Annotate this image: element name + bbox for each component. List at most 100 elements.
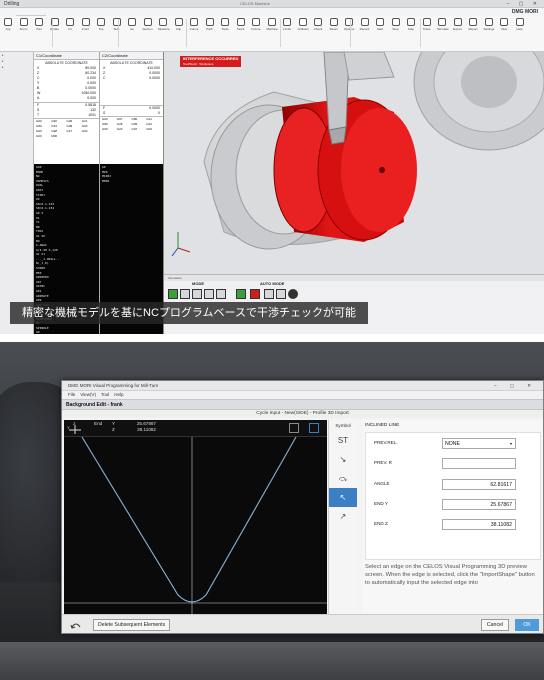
dial-knob[interactable]	[288, 289, 298, 299]
tool-icon	[159, 18, 167, 26]
field-input[interactable]: 62.81617	[442, 479, 516, 490]
ribbon-button[interactable]: Record	[360, 18, 370, 31]
ribbon-button[interactable]: Export	[453, 18, 463, 31]
interference-alarm: INTERFERENCE OCCURRED Tool/Stock : Workp…	[180, 56, 242, 67]
ribbon-button[interactable]: Iso	[127, 18, 137, 31]
visual-programming-window: DMG MORI Visual Programming for Mill-Tur…	[61, 380, 544, 634]
ribbon-button-label: Record	[359, 27, 370, 31]
ribbon-button[interactable]: Step	[406, 18, 416, 31]
readout-row: Z 38.11082	[94, 427, 156, 433]
mode-button[interactable]	[168, 289, 178, 299]
machine-model-render	[164, 52, 544, 274]
select-mode-icon[interactable]	[309, 423, 319, 433]
ribbon-button[interactable]: Section	[143, 18, 153, 31]
symbol-button[interactable]: ↖	[329, 488, 357, 507]
mode-button[interactable]	[204, 289, 214, 299]
field-input[interactable]: 38.11082	[442, 519, 516, 530]
ribbon-button[interactable]: Front	[81, 18, 91, 31]
ribbon-button[interactable]: Stop	[391, 18, 401, 31]
ribbon-button[interactable]: Side	[112, 18, 122, 31]
fit-view-icon[interactable]	[289, 423, 299, 433]
gcode-cell	[82, 134, 97, 139]
ribbon-button[interactable]: Fixture	[251, 18, 261, 31]
title-bar: Drilling CELOS Machine – ▢ ✕	[0, 0, 544, 8]
channel-1-panel: C1/Coordinate ABSOLUTE COORDINATE X 80.00…	[34, 52, 100, 334]
menu-item[interactable]: File	[68, 392, 75, 397]
symbol-list: ST ↘ ⤼ ↖ ↗	[329, 431, 357, 526]
ribbon-button[interactable]: Fit	[65, 18, 75, 31]
ribbon-button[interactable]: Path	[205, 18, 215, 31]
gcode-cell: G23	[116, 127, 123, 131]
ribbon-button[interactable]: Limits	[282, 18, 292, 31]
tool-icon	[422, 18, 431, 26]
auto-mode-button[interactable]	[264, 289, 274, 299]
cycle-start-button[interactable]	[236, 289, 246, 299]
field-label: END Y	[374, 501, 388, 506]
ribbon-toolbar: Jog Zoom Pan Rotate Fit Front Top Side Iso Sectio…	[0, 16, 544, 52]
field-label: PREV.REL.	[374, 440, 398, 445]
ribbon-button[interactable]: Stock	[236, 18, 246, 31]
symbol-button[interactable]: ⤼	[329, 469, 357, 488]
ribbon-button[interactable]: Help	[515, 18, 525, 31]
ribbon-button[interactable]: Report	[468, 18, 478, 31]
coordinate-row: A 0.000	[34, 96, 99, 101]
ribbon-button[interactable]: Start	[375, 18, 385, 31]
symbol-button[interactable]: ST	[329, 431, 357, 450]
feed-value: 0	[158, 111, 160, 115]
undo-icon[interactable]	[70, 620, 82, 631]
menu-item[interactable]: Tool	[101, 392, 109, 397]
tool-icon	[66, 18, 74, 26]
field-input[interactable]: 25.67867	[442, 499, 516, 510]
ribbon-button[interactable]: Zoom	[19, 18, 29, 31]
ribbon-button[interactable]: Tools	[220, 18, 230, 31]
window-controls[interactable]: – ▢ ✕	[494, 381, 537, 391]
video-subtitle: 精密な機械モデルを基にNCプログラムベースで干渉チェックが可能	[10, 302, 368, 324]
ribbon-button[interactable]: Settings	[484, 18, 494, 31]
mode-button[interactable]	[192, 289, 202, 299]
field-label: ANGLE	[374, 481, 390, 486]
ribbon-button[interactable]: Measure	[158, 18, 170, 31]
ribbon-button[interactable]: Pan	[34, 18, 44, 31]
ribbon-button[interactable]: Simulate	[437, 18, 449, 31]
cancel-button[interactable]: Cancel	[481, 619, 509, 631]
delete-subsequent-button[interactable]: Delete Subsequent Elements	[93, 619, 171, 631]
ribbon-button[interactable]: Options	[344, 18, 354, 31]
ribbon-button[interactable]: Reset	[329, 18, 339, 31]
auto-mode-button[interactable]	[276, 289, 286, 299]
ribbon-button[interactable]: Rotate	[50, 18, 60, 31]
ribbon-button[interactable]: Trace	[422, 18, 432, 31]
panel-tab[interactable]: Simulation	[164, 275, 544, 281]
ribbon-button[interactable]: Clip	[174, 18, 184, 31]
ribbon-button-label: Stop	[392, 27, 399, 31]
prev-rel-select[interactable]: NONE ▾	[442, 438, 516, 449]
mode-button[interactable]	[216, 289, 226, 299]
field-input[interactable]	[442, 458, 516, 469]
symbol-button[interactable]: ↗	[329, 507, 357, 526]
brand-logo: DMG MORI	[511, 9, 538, 15]
symbol-button[interactable]: ↘	[329, 450, 357, 469]
ribbon-button[interactable]: Machine	[267, 18, 278, 31]
ok-button[interactable]: OK	[515, 619, 539, 631]
tool-icon	[438, 18, 446, 26]
cycle-stop-button[interactable]	[250, 289, 260, 299]
ribbon-button[interactable]: View	[499, 18, 509, 31]
form-row: END Y 25.67867	[374, 499, 538, 511]
3d-machine-viewport[interactable]: INTERFERENCE OCCURRED Tool/Stock : Workp…	[164, 52, 544, 274]
channel-1-gcode-grid: G00 G90 G00 G21 G80 G23 G99 G00 G00 G98 G17 G00 G00 M…	[34, 118, 99, 139]
ribbon-button[interactable]: Check	[313, 18, 323, 31]
profile-graphic-view[interactable]: Z Y End Y 25.67867 Z 38.11082	[64, 420, 327, 614]
strip-button[interactable]: ▸	[0, 64, 33, 70]
ribbon-button-label: Stock	[236, 27, 245, 31]
ribbon-button[interactable]: Collision	[298, 18, 309, 31]
ribbon-button[interactable]: Colors	[189, 18, 199, 31]
channel-1-header: C1/Coordinate	[34, 52, 99, 60]
mode-button[interactable]	[180, 289, 190, 299]
ribbon-button-label: Iso	[129, 27, 134, 31]
ribbon-button[interactable]: Jog	[3, 18, 13, 31]
ribbon-button-label: Jog	[5, 27, 11, 31]
ribbon-button[interactable]: Top	[96, 18, 106, 31]
menu-item[interactable]: Help	[114, 392, 123, 397]
menu-item[interactable]: View(V)	[80, 392, 96, 397]
window-controls[interactable]: – ▢ ✕	[507, 0, 541, 8]
gcode-row: G00 G23 G97 G00	[100, 127, 163, 132]
